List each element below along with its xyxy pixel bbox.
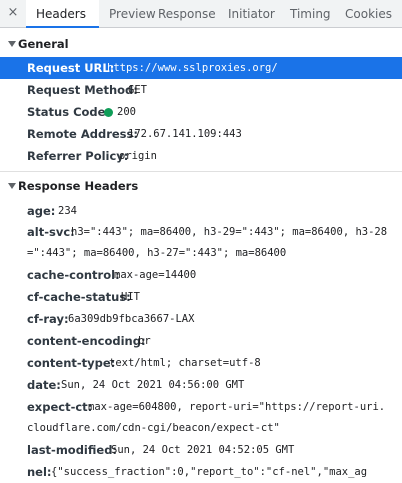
response-header-row[interactable]: nel: {"success_fraction":0,"report_to":"… bbox=[0, 461, 402, 483]
header-value-continuation: =":443"; ma=86400, h3-27=":443"; ma=8640… bbox=[27, 247, 287, 259]
header-value: 6a309db9fbca3667-LAX bbox=[68, 313, 195, 325]
header-value: text/html; charset=utf-8 bbox=[109, 357, 261, 369]
header-value: GET bbox=[128, 84, 147, 96]
header-key: cache-control: bbox=[27, 268, 120, 282]
header-key: cf-cache-status: bbox=[27, 290, 131, 304]
general-row-status-code[interactable]: Status Code: 200 bbox=[0, 101, 402, 123]
header-key: Status Code: bbox=[27, 105, 111, 119]
header-value: 200 bbox=[117, 106, 136, 118]
section-title: Response Headers bbox=[18, 179, 139, 193]
general-row-remote-address[interactable]: Remote Address: 172.67.141.109:443 bbox=[0, 123, 402, 145]
tab-initiator[interactable]: Initiator bbox=[219, 0, 284, 27]
header-key: last-modified: bbox=[27, 443, 118, 457]
header-key: nel: bbox=[27, 465, 52, 479]
response-header-row[interactable]: age: 234 bbox=[0, 200, 402, 222]
devtools-tabbar: × Headers Preview Response Initiator Tim… bbox=[0, 0, 402, 28]
header-value: max-age=14400 bbox=[114, 269, 197, 281]
general-row-request-method[interactable]: Request Method: GET bbox=[0, 79, 402, 101]
header-value-continuation: cloudflare.com/cdn-cgi/beacon/expect-ct" bbox=[27, 422, 280, 434]
section-title: General bbox=[18, 37, 69, 51]
header-key: alt-svc: bbox=[27, 225, 75, 239]
expanded-triangle-icon bbox=[8, 41, 16, 47]
section-divider bbox=[0, 171, 402, 172]
response-header-row[interactable]: content-type: text/html; charset=utf-8 bbox=[0, 352, 402, 374]
response-header-row[interactable]: expect-ct: max-age=604800, report-uri="h… bbox=[0, 396, 402, 418]
header-value: Sun, 24 Oct 2021 04:52:05 GMT bbox=[111, 444, 295, 456]
response-header-row[interactable]: cache-control: max-age=14400 bbox=[0, 264, 402, 286]
response-headers-section-header[interactable]: Response Headers bbox=[0, 176, 402, 196]
header-value: br bbox=[138, 335, 151, 347]
response-header-row[interactable]: last-modified: Sun, 24 Oct 2021 04:52:05… bbox=[0, 439, 402, 461]
header-value: h3=":443"; ma=86400, h3-29=":443"; ma=86… bbox=[71, 226, 388, 238]
header-key: date: bbox=[27, 378, 61, 392]
general-row-referrer-policy[interactable]: Referrer Policy: origin bbox=[0, 145, 402, 167]
header-key: expect-ct: bbox=[27, 400, 93, 414]
expanded-triangle-icon bbox=[8, 183, 16, 189]
header-value: https://www.sslproxies.org/ bbox=[107, 62, 278, 74]
header-value: {"success_fraction":0,"report_to":"cf-ne… bbox=[51, 466, 368, 478]
header-key: Request Method: bbox=[27, 83, 138, 97]
response-header-row[interactable]: cf-cache-status: HIT bbox=[0, 286, 402, 308]
header-key: Request URL: bbox=[27, 61, 115, 75]
tab-cookies[interactable]: Cookies bbox=[338, 0, 399, 27]
general-section-header[interactable]: General bbox=[0, 34, 402, 54]
response-header-row[interactable]: content-encoding: br bbox=[0, 330, 402, 352]
general-row-request-url[interactable]: Request URL: https://www.sslproxies.org/ bbox=[0, 57, 402, 79]
header-value: 234 bbox=[58, 205, 77, 217]
header-value: HIT bbox=[121, 291, 140, 303]
status-ok-icon bbox=[104, 108, 113, 117]
header-key: Remote Address: bbox=[27, 127, 138, 141]
response-header-row[interactable]: alt-svc: h3=":443"; ma=86400, h3-29=":44… bbox=[0, 221, 402, 243]
response-header-row[interactable]: date: Sun, 24 Oct 2021 04:56:00 GMT bbox=[0, 374, 402, 396]
header-key: content-encoding: bbox=[27, 334, 146, 348]
header-value: max-age=604800, report-uri="https://repo… bbox=[88, 401, 386, 413]
tab-response[interactable]: Response bbox=[148, 0, 226, 27]
header-value: Sun, 24 Oct 2021 04:56:00 GMT bbox=[61, 379, 245, 391]
header-key: Referrer Policy: bbox=[27, 149, 129, 163]
header-value: 172.67.141.109:443 bbox=[128, 128, 242, 140]
header-key: cf-ray: bbox=[27, 312, 69, 326]
response-header-row[interactable]: cf-ray: 6a309db9fbca3667-LAX bbox=[0, 308, 402, 330]
tab-timing[interactable]: Timing bbox=[283, 0, 338, 27]
header-key: age: bbox=[27, 204, 56, 218]
close-icon[interactable]: × bbox=[6, 6, 20, 20]
tab-headers[interactable]: Headers bbox=[26, 0, 99, 28]
header-value: origin bbox=[119, 150, 157, 162]
header-key: content-type: bbox=[27, 356, 116, 370]
